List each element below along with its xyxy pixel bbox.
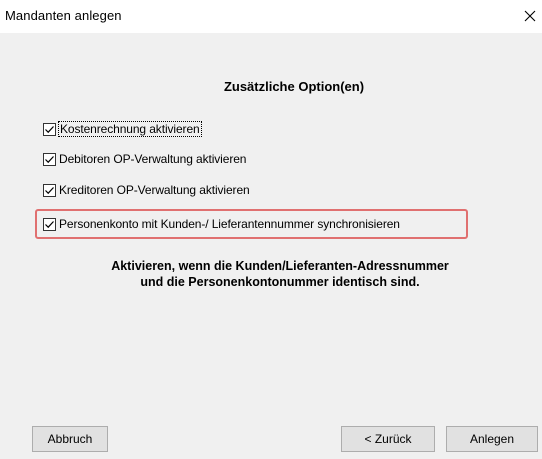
checkbox-personenkonto-sync[interactable]: [43, 217, 56, 231]
checkmark-icon: [45, 155, 54, 163]
checkbox-kostenrechnung[interactable]: [43, 122, 56, 136]
checkbox-debitoren[interactable]: [43, 152, 56, 166]
checkmark-icon: [45, 125, 54, 133]
option-label[interactable]: Kreditoren OP-Verwaltung aktivieren: [59, 183, 250, 197]
options-heading-text: Zusätzliche Option(en): [223, 79, 365, 94]
create-button[interactable]: Anlegen: [446, 426, 538, 452]
close-button[interactable]: [517, 3, 542, 29]
option-label[interactable]: Personenkonto mit Kunden-/ Lieferantennu…: [59, 217, 400, 231]
close-icon: [524, 10, 536, 22]
checkbox-kreditoren[interactable]: [43, 183, 56, 197]
option-personenkonto-sync[interactable]: Personenkonto mit Kunden-/ Lieferantennu…: [43, 215, 400, 233]
info-line-1: Aktivieren, wenn die Kunden/Lieferanten-…: [111, 259, 449, 273]
info-line-2: und die Personenkontonummer identisch si…: [140, 275, 420, 289]
cancel-button[interactable]: Abbruch: [32, 426, 108, 452]
checkmark-icon: [45, 186, 54, 194]
option-label[interactable]: Kostenrechnung aktivieren: [58, 121, 202, 137]
checkmark-icon: [45, 220, 54, 228]
option-debitoren[interactable]: Debitoren OP-Verwaltung aktivieren: [43, 150, 246, 168]
back-button[interactable]: < Zurück: [341, 426, 435, 452]
title-bar: Mandanten anlegen: [0, 0, 542, 33]
option-kostenrechnung[interactable]: Kostenrechnung aktivieren: [43, 120, 202, 138]
info-text: Aktivieren, wenn die Kunden/Lieferanten-…: [0, 258, 542, 290]
option-kreditoren[interactable]: Kreditoren OP-Verwaltung aktivieren: [43, 181, 250, 199]
option-label[interactable]: Debitoren OP-Verwaltung aktivieren: [59, 152, 246, 166]
window-title: Mandanten anlegen: [5, 8, 122, 23]
options-heading: Zusätzliche Option(en): [0, 79, 542, 94]
